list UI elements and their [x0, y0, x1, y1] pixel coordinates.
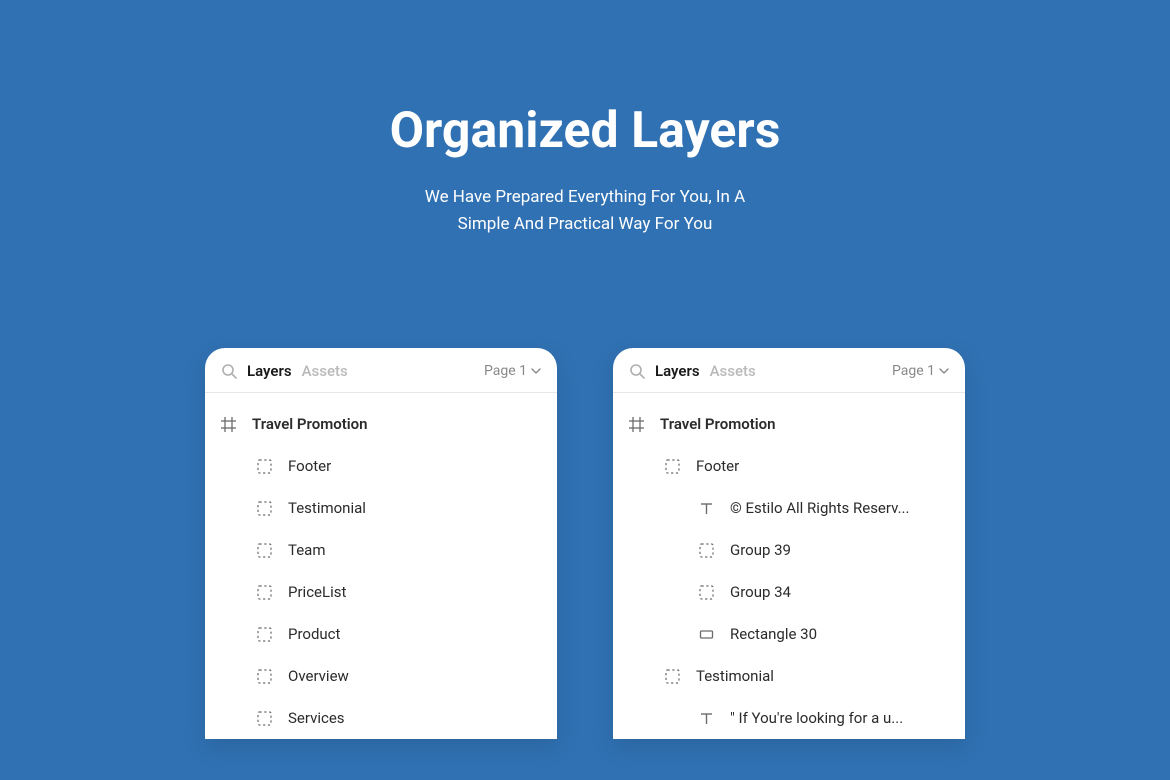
- layer-row[interactable]: Services: [205, 697, 557, 739]
- group-icon: [665, 459, 680, 474]
- text-icon: [699, 501, 714, 516]
- group-icon: [257, 543, 272, 558]
- layer-label: Rectangle 30: [730, 625, 817, 643]
- layers-list: Travel Promotion Footer © Estilo All Righ…: [613, 393, 965, 739]
- layer-row[interactable]: PriceList: [205, 571, 557, 613]
- layers-list: Travel Promotion Footer Testimonial Team Pr…: [205, 393, 557, 739]
- tab-assets[interactable]: Assets: [710, 362, 756, 380]
- layer-label: Footer: [288, 457, 331, 475]
- layer-row[interactable]: Product: [205, 613, 557, 655]
- search-icon[interactable]: [629, 363, 645, 379]
- page-title: Organized Layers: [0, 102, 1170, 160]
- layer-label: Overview: [288, 667, 349, 685]
- layer-label: Product: [288, 625, 340, 643]
- chevron-down-icon: [531, 366, 541, 376]
- layer-row[interactable]: Testimonial: [613, 655, 965, 697]
- group-icon: [257, 459, 272, 474]
- group-icon: [257, 627, 272, 642]
- panel-header: Layers Assets Page 1: [205, 348, 557, 393]
- layer-frame-root[interactable]: Travel Promotion: [205, 403, 557, 445]
- tab-assets[interactable]: Assets: [302, 362, 348, 380]
- group-icon: [699, 585, 714, 600]
- frame-icon: [629, 417, 644, 432]
- layer-label: © Estilo All Rights Reserv...: [730, 499, 909, 517]
- panel-header: Layers Assets Page 1: [613, 348, 965, 393]
- page-selector[interactable]: Page 1: [892, 363, 949, 379]
- layer-row[interactable]: Rectangle 30: [613, 613, 965, 655]
- page-selector[interactable]: Page 1: [484, 363, 541, 379]
- layer-label: Group 39: [730, 541, 791, 559]
- page-subtitle: We Have Prepared Everything For You, In …: [0, 184, 1170, 238]
- layer-label: Services: [288, 709, 345, 727]
- frame-icon: [221, 417, 236, 432]
- layers-panel-expanded: Layers Assets Page 1 Travel Promotion Fo…: [613, 348, 965, 739]
- group-icon: [257, 585, 272, 600]
- tab-layers[interactable]: Layers: [655, 362, 700, 380]
- layer-label: Team: [288, 541, 326, 559]
- chevron-down-icon: [939, 366, 949, 376]
- layer-label: PriceList: [288, 583, 346, 601]
- rect-icon: [699, 627, 714, 642]
- layer-row[interactable]: Group 39: [613, 529, 965, 571]
- layer-row[interactable]: Overview: [205, 655, 557, 697]
- layer-label: Testimonial: [696, 667, 774, 685]
- layer-row[interactable]: Footer: [613, 445, 965, 487]
- group-icon: [257, 501, 272, 516]
- layer-label: " If You're looking for a u...: [730, 709, 903, 727]
- layer-row[interactable]: " If You're looking for a u...: [613, 697, 965, 739]
- layer-row[interactable]: Team: [205, 529, 557, 571]
- search-icon[interactable]: [221, 363, 237, 379]
- layers-panel-collapsed: Layers Assets Page 1 Travel Promotion Fo…: [205, 348, 557, 739]
- layer-row[interactable]: Testimonial: [205, 487, 557, 529]
- layer-label: Testimonial: [288, 499, 366, 517]
- text-icon: [699, 711, 714, 726]
- tab-layers[interactable]: Layers: [247, 362, 292, 380]
- layer-label: Travel Promotion: [252, 415, 368, 433]
- layer-row[interactable]: Footer: [205, 445, 557, 487]
- layer-label: Footer: [696, 457, 739, 475]
- layer-frame-root[interactable]: Travel Promotion: [613, 403, 965, 445]
- layer-row[interactable]: © Estilo All Rights Reserv...: [613, 487, 965, 529]
- group-icon: [257, 669, 272, 684]
- group-icon: [665, 669, 680, 684]
- layer-label: Travel Promotion: [660, 415, 776, 433]
- group-icon: [699, 543, 714, 558]
- layer-label: Group 34: [730, 583, 791, 601]
- layer-row[interactable]: Group 34: [613, 571, 965, 613]
- group-icon: [257, 711, 272, 726]
